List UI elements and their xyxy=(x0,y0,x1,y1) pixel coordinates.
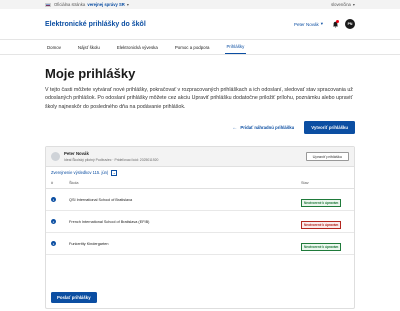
school-name: Funkertity Kindergarten xyxy=(69,241,109,246)
column-status: Stav xyxy=(301,181,309,186)
status-badge: Neotvorené k úpravám xyxy=(301,198,342,207)
add-replacement-application-label: Pridať náhradnú prihlášku xyxy=(240,125,295,131)
gov-bar-link[interactable]: verejnej správy SR xyxy=(87,2,124,7)
language-label: slovenčina xyxy=(331,2,351,7)
application-card: Peter Novák Ideal Školský pilotný Podbuv… xyxy=(45,146,355,310)
chevron-down-icon: ⌄ xyxy=(111,169,118,176)
column-number: # xyxy=(51,181,54,186)
table-row: 1 QSI International School of Bratislava… xyxy=(46,189,354,212)
user-name: Peter Novák xyxy=(293,21,319,27)
app-title[interactable]: Elektronické prihlášky do škôl xyxy=(45,21,146,28)
app-header: Elektronické prihlášky do škôl Peter Nov… xyxy=(0,9,400,40)
edit-application-button[interactable]: Upraviť prihlášku xyxy=(305,152,349,162)
applicant-name: Peter Novák xyxy=(64,151,89,157)
gov-bar-prefix: Oficiálna stránka xyxy=(54,2,86,7)
status-badge: Neotvorené k úpravám xyxy=(301,220,342,229)
nav-item-applications[interactable]: Prihlášky xyxy=(224,40,247,54)
page-title: Moje prihlášky xyxy=(45,66,136,81)
applicant-meta: Ideal Školský pilotný Podbuviec · Prideľ… xyxy=(64,157,159,162)
notifications-button[interactable] xyxy=(331,20,339,28)
school-name: QSI International School of Bratislava xyxy=(69,197,133,202)
nav-item-find-school[interactable]: Nájsť školu xyxy=(76,40,102,54)
nav-item-noticeboard[interactable]: Elektronická výveska xyxy=(115,40,160,54)
notification-dot xyxy=(336,20,339,23)
main-content: Moje prihlášky V tejto časti môžete vytv… xyxy=(0,66,400,310)
application-card-header: Peter Novák Ideal Školský pilotný Podbuv… xyxy=(46,147,354,168)
chevron-down-icon[interactable]: ▾ xyxy=(127,2,129,7)
user-menu[interactable]: Peter Novák ▾ xyxy=(294,21,323,27)
column-school: Škola xyxy=(69,181,79,186)
results-label: Zverejnenie výsledkov 115. jún) xyxy=(51,170,109,176)
chevron-down-icon: ▾ xyxy=(320,21,323,26)
main-nav: Domov Nájsť školu Elektronická výveska P… xyxy=(0,40,400,55)
results-toggle[interactable]: Zverejnenie výsledkov 115. jún) ⌄ xyxy=(46,167,354,178)
arrow-left-icon: ← xyxy=(232,124,238,131)
status-badge: Neotvorené k úpravám xyxy=(301,242,342,251)
gov-bar: Oficiálna stránka verejnej správy SR ▾ s… xyxy=(0,0,400,9)
avatar[interactable]: PN xyxy=(345,19,355,29)
applicant-info: Peter Novák Ideal Školský pilotný Podbuv… xyxy=(64,151,158,162)
language-selector[interactable]: slovenčina ▾ xyxy=(331,2,355,7)
table-row: 2 French International School of Bratisl… xyxy=(46,211,354,234)
schools-table-header: # Škola Stav xyxy=(46,178,354,190)
info-icon[interactable]: 3 xyxy=(51,241,56,247)
send-applications-button[interactable]: Poslať prihlášky xyxy=(51,292,97,304)
person-avatar xyxy=(51,152,60,162)
create-application-button[interactable]: Vytvoriť prihlášku xyxy=(304,121,355,135)
table-row: 3 Funkertity Kindergarten Neotvorené k ú… xyxy=(46,233,354,256)
intro-text: V tejto časti môžete vytvárať nové prihl… xyxy=(45,87,353,110)
chevron-down-icon: ▾ xyxy=(352,2,355,7)
info-icon[interactable]: 2 xyxy=(51,219,56,225)
add-replacement-application-link[interactable]: ← Pridať náhradnú prihlášku xyxy=(232,125,294,131)
school-name: French International School of Bratislav… xyxy=(69,219,150,224)
slovak-flag-icon xyxy=(45,2,51,7)
page-actions: ← Pridať náhradnú prihlášku Vytvoriť pri… xyxy=(45,121,355,135)
nav-item-help[interactable]: Pomoc a podpora xyxy=(173,40,212,54)
nav-item-home[interactable]: Domov xyxy=(45,40,63,54)
info-icon[interactable]: 1 xyxy=(51,197,56,203)
